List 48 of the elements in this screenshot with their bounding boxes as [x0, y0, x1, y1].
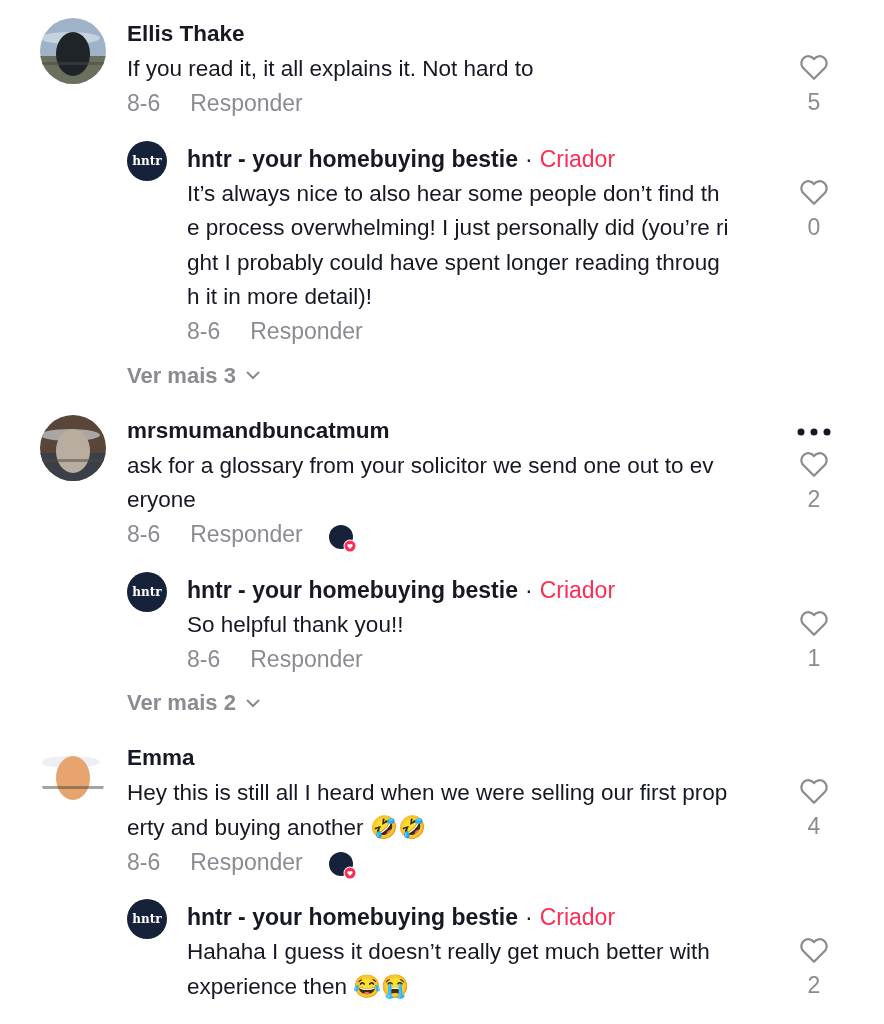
commenter-name[interactable]: hntr - your homebuying bestie	[187, 576, 518, 603]
comment-text: It’s always nice to also hear some people don’t find th e process overwhelming! I just personally did (you’re ri ght I probably could have spent longer reading throug h it in more detail)!	[187, 179, 730, 311]
more-options-icon[interactable]	[797, 427, 831, 436]
commenter-name[interactable]: hntr - your homebuying bestie	[187, 904, 518, 930]
comment-text: Hahaha I guess it doesn’t really get much better with experience then 😂😭	[187, 938, 711, 1001]
comment-date: 8-6	[127, 90, 161, 117]
like-count: 2	[807, 972, 821, 999]
commenter-name[interactable]: Emma	[127, 740, 794, 776]
commenter-name[interactable]: Ellis Thake	[127, 16, 794, 52]
heart-icon[interactable]	[799, 937, 829, 964]
reply-link[interactable]: Responder	[250, 645, 363, 673]
creator-avatar: hntr	[127, 899, 167, 939]
reply-link[interactable]: Responder	[250, 318, 363, 345]
heart-icon[interactable]	[799, 450, 829, 478]
comment-text: Hey this is still all I heard when we were selling our first prop erty and buying another 🤣🤣	[127, 779, 729, 842]
reply-link[interactable]: Responder	[190, 521, 303, 548]
reply-link[interactable]: Responder	[190, 90, 303, 117]
creator-avatar: hntr	[127, 571, 167, 612]
commenter-name[interactable]: hntr - your homebuying bestie	[187, 145, 518, 172]
separator-dot: ·	[524, 145, 533, 172]
view-more-replies-button[interactable]: Ver mais 3	[127, 362, 260, 389]
like-count: 5	[807, 89, 821, 116]
like-count: 2	[807, 485, 821, 513]
heart-icon[interactable]	[799, 778, 829, 805]
heart-icon[interactable]	[799, 54, 829, 81]
creator-label: Criador	[539, 145, 616, 172]
comment-text: If you read it, it all explains it. Not hard to	[127, 55, 535, 83]
creator-label: Criador	[539, 576, 616, 603]
creator-avatar: hntr	[127, 140, 167, 181]
view-more-replies-button[interactable]: Ver mais 2	[127, 690, 260, 716]
commenter-name[interactable]: mrsmumandbuncatmum	[127, 412, 794, 449]
chevron-down-icon	[245, 371, 260, 380]
comment-text: So helpful thank you!!	[187, 610, 405, 639]
comment-date: 8-6	[187, 645, 221, 673]
like-count: 4	[807, 813, 821, 840]
like-count: 1	[807, 644, 821, 672]
reply-link[interactable]: Responder	[190, 848, 303, 876]
like-count: 0	[807, 213, 821, 241]
comment-text: ask for a glossary from your solicitor we send one out to ev eryone	[127, 451, 715, 514]
comment-date: 8-6	[187, 318, 221, 345]
separator-dot: ·	[524, 904, 533, 930]
heart-icon[interactable]	[799, 609, 829, 637]
comment-date: 8-6	[127, 848, 161, 876]
heart-icon[interactable]	[799, 178, 829, 206]
chevron-down-icon	[245, 698, 260, 708]
separator-dot: ·	[524, 576, 533, 603]
comment-date: 8-6	[127, 521, 161, 548]
creator-label: Criador	[539, 904, 616, 930]
